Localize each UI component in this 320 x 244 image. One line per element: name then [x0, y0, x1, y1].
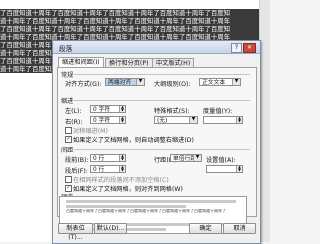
spinner-icon[interactable]: ▲ ▼ [119, 155, 125, 161]
mirror-indent-checkbox[interactable] [65, 127, 72, 134]
dialog-titlebar[interactable]: 段落 ? ✕ [53, 41, 260, 54]
tabs-button[interactable]: 制表位(T)... [58, 223, 93, 241]
dialog-title: 段落 [59, 45, 73, 53]
indent-heading: 缩进 [61, 98, 74, 105]
doc-text-line: 了百度知道十周年了百度知道十周年了百度知道十周年了百度知道十周年了百度知 [0, 9, 259, 17]
outline-level-value: 正文文本 [202, 80, 226, 86]
indent-right-input[interactable]: 0 字符 ▲ ▼ [90, 116, 126, 124]
spacing-heading: 间距 [61, 147, 74, 154]
chevron-down-icon[interactable]: ▼ [189, 117, 197, 123]
space-before-label: 段前(B): [65, 157, 89, 164]
snap-to-grid-checkbox[interactable]: ✓ [65, 185, 72, 192]
spinner-icon[interactable]: ▲ ▼ [119, 106, 125, 112]
tab-panel: 常规 对齐方式(G): 两端对齐 ▼ 大纲级别(O): 正文文本 ▼ 缩进 左(… [57, 67, 257, 217]
chevron-down-icon[interactable]: ▼ [136, 79, 144, 85]
spinner-icon[interactable]: ▲ ▼ [236, 117, 242, 123]
doc-text-line: 道十周年了百度知道十周年了百度知道十周年了百度知道十周年了百度知道十周年 [0, 65, 52, 73]
special-format-value: (无) [157, 118, 168, 124]
preview-line [66, 200, 236, 203]
by-label: 度量值(Y): [203, 108, 233, 115]
space-after-value: 0 行 [93, 167, 105, 173]
ok-button[interactable]: 确定 [189, 223, 222, 234]
chevron-down-icon[interactable]: ▼ [193, 155, 201, 161]
outline-level-label: 大纲级别(O): [154, 81, 191, 88]
special-format-label: 特殊格式(S): [154, 108, 190, 115]
alignment-value: 两端对齐 [108, 80, 132, 86]
space-after-label: 段后(F): [65, 168, 88, 175]
indent-right-label: 右(R): [65, 119, 83, 126]
indent-by-input[interactable]: ▲ ▼ [203, 116, 243, 124]
outline-level-select[interactable]: 正文文本 ▼ [199, 78, 241, 86]
line-spacing-at-label: 设置值(A): [206, 157, 236, 164]
line-spacing-at-input[interactable]: ▲ ▼ [206, 165, 243, 173]
doc-text-line: 道十周年了百度知道十周年了百度知道十周年了百度知道十周年了百度知道十周年 [0, 17, 259, 25]
doc-text-line: 了百度知道十周年了百度知道十周年了百度知道十周年了百度知道十周年了百度知 [0, 57, 52, 65]
doc-text-line: 道十周年了百度知道十周年了百度知道十周年了百度知道十周年了百度知道十周年 [0, 49, 52, 57]
space-before-value: 0 行 [93, 156, 105, 162]
divider [74, 74, 250, 75]
indent-left-input[interactable]: 0 字符 ▲ ▼ [90, 105, 126, 113]
default-button[interactable]: 默认(D)... [94, 223, 127, 234]
indent-left-value: 0 字符 [93, 107, 111, 113]
general-heading: 常规 [61, 72, 74, 79]
alignment-label: 对齐方式(G): [65, 81, 102, 88]
alignment-select[interactable]: 两端对齐 ▼ [105, 78, 145, 86]
cancel-button[interactable]: 取消 [223, 223, 256, 234]
indent-left-label: 左(L): [65, 108, 82, 115]
space-before-input[interactable]: 0 行 ▲ ▼ [90, 154, 126, 162]
mirror-indent-label: 对称缩进(M) [73, 128, 108, 135]
spinner-icon[interactable]: ▲ ▼ [119, 166, 125, 172]
no-space-same-style-label: 在相同样式的段落间不添加空格(C) [73, 177, 169, 184]
indent-right-value: 0 字符 [93, 118, 111, 124]
divider [74, 149, 250, 150]
no-space-same-style-checkbox[interactable] [65, 176, 72, 183]
snap-to-grid-label: 如果定义了文档网格，则对齐到网格(W) [73, 186, 183, 193]
auto-adjust-indent-checkbox[interactable]: ✓ [65, 136, 72, 143]
line-spacing-select[interactable]: 单倍行距 ▼ [170, 154, 202, 162]
close-button[interactable]: ✕ [243, 43, 256, 53]
chevron-down-icon[interactable]: ▼ [232, 79, 240, 85]
paragraph-dialog: 段落 ? ✕ 缩进和间距(I) 换行和分页(P) 中文版式(H) 常规 对齐方式… [52, 40, 261, 244]
preview-line [66, 205, 186, 208]
divider [74, 100, 250, 101]
help-button[interactable]: ? [231, 43, 242, 53]
preview-sample-text: 百度知道十周年了百度知道十周年了百度知道十周年了百度知道十周年了百度知道十周年了 [66, 209, 226, 213]
spinner-icon[interactable]: ▲ ▼ [236, 166, 242, 172]
spinner-icon[interactable]: ▲ ▼ [119, 117, 125, 123]
space-after-input[interactable]: 0 行 ▲ ▼ [90, 165, 126, 173]
doc-text-line: 了百度知道十周年了百度知道十周年了百度知道十周年了百度知道十周年了百度知 [0, 41, 52, 49]
doc-text-line: 了百度知道十周年了百度知道十周年了百度知道十周年了百度知道十周年了百度知 [0, 25, 259, 33]
special-format-select[interactable]: (无) ▼ [154, 116, 198, 124]
auto-adjust-indent-label: 如果定义了文档网格，则自动调整右缩进(D) [73, 137, 194, 144]
